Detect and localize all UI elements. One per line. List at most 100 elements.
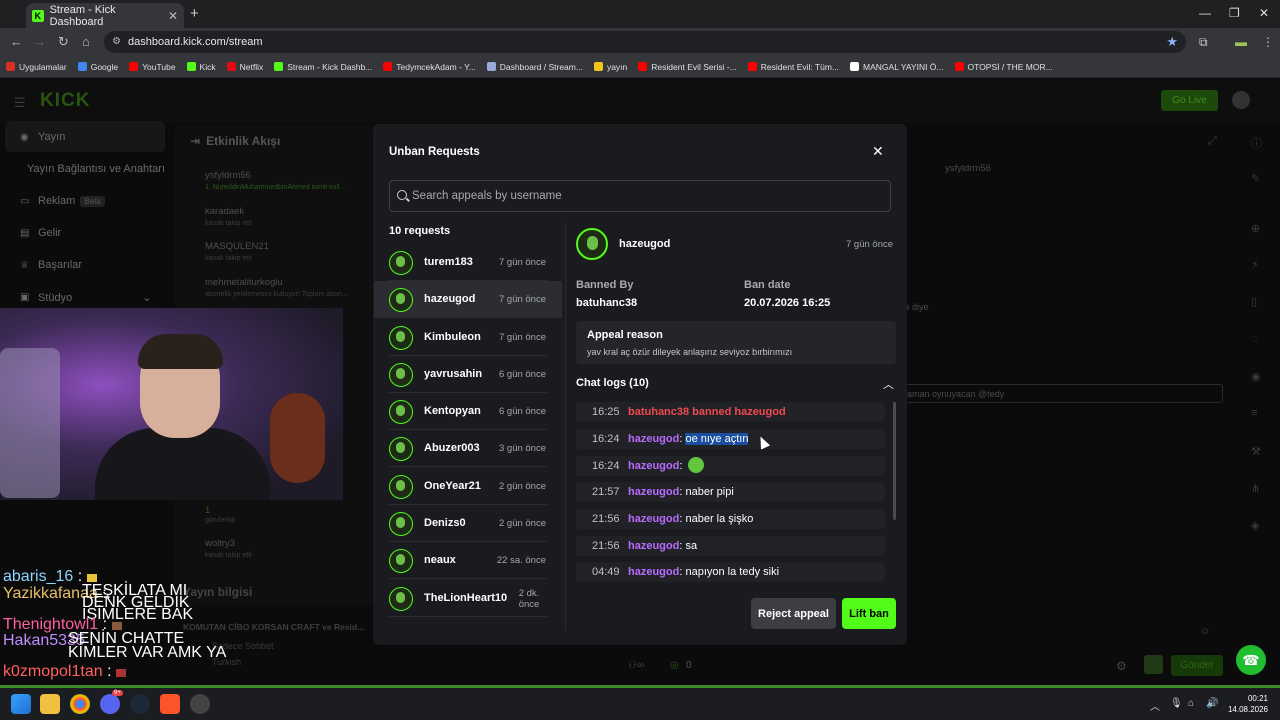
wrench-icon[interactable]: ⚒: [1251, 445, 1261, 458]
popout-icon[interactable]: ⤢: [1208, 135, 1217, 148]
sidebar-item-basarilar[interactable]: ♕ Başarılar: [20, 259, 82, 271]
tab-close-icon[interactable]: ✕: [168, 9, 178, 23]
emote-picker-icon[interactable]: [1144, 655, 1163, 674]
log-username[interactable]: hazeugod: [628, 540, 679, 552]
bookmark-item[interactable]: Kick: [186, 62, 216, 72]
log-username[interactable]: hazeugod: [628, 566, 679, 578]
close-icon[interactable]: ✕: [872, 143, 884, 160]
bookmark-item[interactable]: Dashboard / Stream...: [486, 62, 583, 72]
settings-gear-icon[interactable]: ⚙: [1116, 659, 1127, 673]
request-username: Abuzer003: [424, 442, 480, 454]
document-icon[interactable]: ▯: [1251, 295, 1257, 308]
bookmark-item[interactable]: Uygulamalar: [6, 62, 67, 72]
obs-icon[interactable]: [190, 694, 210, 714]
avatar[interactable]: [1232, 91, 1250, 109]
go-live-button[interactable]: Go Live: [1161, 90, 1218, 111]
activity-item-name: karadaek: [205, 206, 245, 217]
collapse-icon[interactable]: ⇥: [190, 134, 200, 148]
volume-icon[interactable]: 🔊: [1206, 698, 1218, 709]
shield-icon[interactable]: ◈: [1251, 519, 1259, 532]
sidebar-item-yayin[interactable]: ◉ Yayın: [20, 131, 65, 143]
chevron-up-icon[interactable]: ︿: [883, 376, 894, 392]
bookmark-item[interactable]: Netflix: [226, 62, 263, 72]
info-icon[interactable]: ⓘ: [1251, 135, 1262, 151]
signal-icon[interactable]: ◉: [1251, 370, 1261, 383]
sidebar-item-stream-key[interactable]: Yayın Bağlantısı ve Anahtarı: [27, 163, 165, 175]
emoji-icon[interactable]: ☺: [1200, 626, 1210, 637]
request-item[interactable]: turem183 7 gün önce: [374, 244, 562, 281]
steam-icon[interactable]: [130, 694, 150, 714]
minimize-icon[interactable]: —: [1199, 6, 1211, 20]
request-item[interactable]: Denizs0 2 gün önce: [374, 505, 562, 542]
request-item[interactable]: Kimbuleon 7 gün önce: [374, 319, 562, 356]
lightning-icon[interactable]: ⚡: [1251, 258, 1259, 271]
sidebar-item-studyo[interactable]: ▣ Stüdyo ⌄: [20, 291, 151, 305]
lift-ban-button[interactable]: Lift ban: [842, 598, 896, 629]
sidebar-item-gelir[interactable]: ▤ Gelir: [20, 227, 61, 239]
request-item[interactable]: hazeugod 7 gün önce: [374, 281, 562, 318]
sidebar-item-reklam[interactable]: ▭ Reklam Beta: [20, 195, 105, 207]
request-item[interactable]: OneYear21 2 gün önce: [374, 468, 562, 505]
search-input[interactable]: Search appeals by username: [389, 180, 891, 212]
extensions-icon[interactable]: ⧉: [1199, 35, 1208, 50]
log-username[interactable]: hazeugod: [628, 433, 679, 445]
file-explorer-icon[interactable]: [40, 694, 60, 714]
bookmark-item[interactable]: OTOPSİ / THE MOR...: [954, 62, 1053, 72]
chrome-icon[interactable]: [70, 694, 90, 714]
clock[interactable]: 00:21 14.08.2026: [1226, 693, 1268, 715]
window-close-icon[interactable]: ✕: [1259, 6, 1269, 20]
maximize-icon[interactable]: ❐: [1229, 6, 1240, 20]
windows-start-icon[interactable]: [11, 694, 31, 714]
log-username[interactable]: hazeugod: [628, 513, 679, 525]
bookmark-item[interactable]: yayın: [593, 62, 627, 72]
request-username: Kentopyan: [424, 405, 481, 417]
tray-chevron-icon[interactable]: ︿: [1150, 698, 1160, 713]
request-item[interactable]: Kentopyan 6 gün önce: [374, 393, 562, 430]
menu-icon[interactable]: ⋮: [1262, 35, 1274, 49]
network-icon[interactable]: ⌂: [1188, 698, 1194, 709]
send-button[interactable]: Gönder: [1171, 655, 1223, 676]
bookmark-label: Uygulamalar: [19, 61, 67, 72]
new-tab-button[interactable]: +: [190, 5, 199, 22]
bookmark-item[interactable]: Google: [77, 62, 118, 72]
bookmark-item[interactable]: Stream - Kick Dashb...: [274, 62, 372, 72]
log-username[interactable]: hazeugod: [628, 486, 679, 498]
home-icon[interactable]: ⌂: [82, 34, 90, 49]
reload-icon[interactable]: ↻: [58, 34, 69, 50]
detail-username[interactable]: hazeugod: [619, 238, 670, 250]
request-item[interactable]: yavrusahin 6 gün önce: [374, 356, 562, 393]
discord-icon[interactable]: 9+: [100, 690, 123, 714]
bookmark-item[interactable]: Resident Evil: Tüm...: [747, 62, 839, 72]
trophy-icon: ♕: [20, 259, 29, 271]
microphone-icon[interactable]: 🎙: [1170, 698, 1183, 709]
edit-icon[interactable]: ✎: [1251, 172, 1260, 185]
chat-icon[interactable]: ◌: [1251, 333, 1258, 345]
share-icon[interactable]: ⋔: [1251, 482, 1260, 495]
bookmark-item[interactable]: Resident Evil Serisi -...: [638, 62, 737, 72]
reject-appeal-button[interactable]: Reject appeal: [751, 598, 836, 629]
site-info-icon[interactable]: ⚙: [112, 31, 121, 53]
kick-logo[interactable]: KICK: [40, 90, 90, 112]
support-chat-icon[interactable]: ☎: [1236, 645, 1266, 675]
brave-icon[interactable]: [160, 694, 180, 714]
target-icon[interactable]: ⊕: [1251, 222, 1260, 235]
log-username[interactable]: hazeugod: [628, 460, 679, 472]
profile-icon[interactable]: ▬: [1235, 35, 1247, 49]
bookmark-star-icon[interactable]: ★: [1166, 31, 1178, 53]
request-username: yavrusahin: [424, 368, 483, 380]
address-bar[interactable]: ⚙ dashboard.kick.com/stream ★: [104, 31, 1186, 53]
forward-icon[interactable]: →: [33, 34, 46, 49]
bookmark-item[interactable]: TedymcekAdam - Y...: [383, 62, 476, 72]
request-item[interactable]: Abuzer003 3 gün önce: [374, 430, 562, 467]
back-icon[interactable]: ←: [10, 34, 23, 49]
hamburger-icon[interactable]: ☰: [14, 95, 26, 111]
request-username: neaux: [424, 554, 456, 566]
browser-tab[interactable]: K Stream - Kick Dashboard ✕: [26, 3, 184, 28]
bookmark-item[interactable]: MANGAL YAYINI Ö...: [850, 62, 944, 72]
tab-title: Stream - Kick Dashboard: [49, 3, 116, 28]
logs-scrollbar[interactable]: [893, 402, 896, 520]
request-item[interactable]: TheLionHeart10 2 dk. önce: [374, 580, 562, 617]
list-icon[interactable]: ≡: [1251, 407, 1257, 419]
bookmark-item[interactable]: YouTube: [129, 62, 176, 72]
request-item[interactable]: neaux 22 sa. önce: [374, 542, 562, 579]
